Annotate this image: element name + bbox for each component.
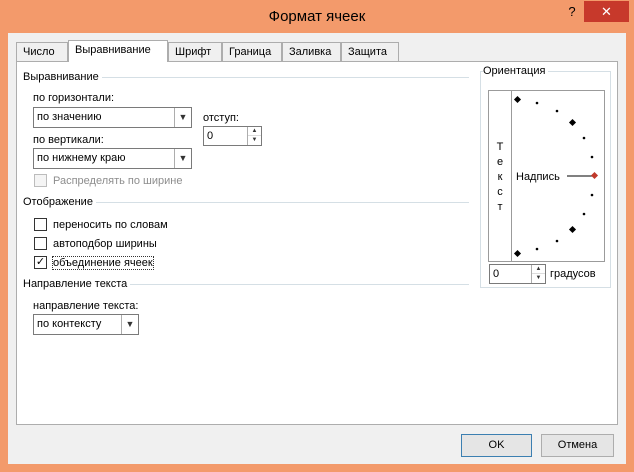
- distribute-checkbox: [34, 174, 47, 187]
- direction-group-label: Направление текста: [23, 278, 131, 290]
- spin-up-icon[interactable]: ▲: [532, 265, 545, 274]
- vertical-letter: е: [496, 156, 504, 168]
- shrink-fit-checkbox[interactable]: [34, 237, 47, 250]
- vertical-text-toggle[interactable]: Т е к с т: [488, 90, 512, 262]
- vertical-combo[interactable]: по нижнему краю ▼: [33, 148, 192, 169]
- indent-stepper[interactable]: 0 ▲ ▼: [203, 126, 262, 146]
- orientation-group-label: Ориентация: [483, 65, 549, 77]
- text-direction-value: по контексту: [37, 318, 102, 330]
- text-direction-combo[interactable]: по контексту ▼: [33, 314, 139, 335]
- format-cells-dialog: Формат ячеек ? ✕ Число Выравнивание Шриф…: [0, 0, 634, 472]
- dial-tick-small: [590, 155, 594, 159]
- vertical-letter: с: [497, 186, 503, 198]
- distribute-label: Распределять по ширине: [53, 175, 183, 187]
- dial-tick-small: [535, 101, 539, 105]
- dial-tick-large: [568, 225, 577, 234]
- title-bar[interactable]: Формат ячеек ? ✕: [0, 0, 634, 34]
- dial-tick-small: [555, 109, 559, 113]
- dial-tick-small: [582, 136, 586, 140]
- vertical-value: по нижнему краю: [37, 152, 126, 164]
- degrees-spin-buttons[interactable]: ▲ ▼: [531, 265, 545, 283]
- merge-cells-label[interactable]: объединение ячеек: [52, 256, 154, 270]
- dial-tick-large: [568, 118, 577, 127]
- dial-tick-small: [582, 212, 586, 216]
- dial-label: Надпись: [516, 171, 560, 183]
- tab-number[interactable]: Число: [16, 42, 68, 61]
- indent-label: отступ:: [203, 112, 239, 124]
- indent-value: 0: [207, 130, 214, 142]
- horizontal-label: по горизонтали:: [33, 92, 115, 104]
- spin-up-icon[interactable]: ▲: [248, 127, 261, 136]
- indent-spin-buttons[interactable]: ▲ ▼: [247, 127, 261, 145]
- spin-down-icon[interactable]: ▼: [532, 274, 545, 283]
- degrees-value: 0: [493, 268, 500, 280]
- tab-protection[interactable]: Защита: [341, 42, 399, 61]
- close-button[interactable]: ✕: [584, 1, 629, 22]
- degrees-stepper[interactable]: 0 ▲ ▼: [489, 264, 546, 284]
- cancel-button[interactable]: Отмена: [541, 434, 614, 457]
- vertical-letter: Т: [496, 141, 504, 153]
- tab-alignment[interactable]: Выравнивание: [68, 40, 168, 62]
- horizontal-combo[interactable]: по значению ▼: [33, 107, 192, 128]
- horizontal-value: по значению: [37, 111, 102, 123]
- dial-tick-large: [513, 95, 522, 104]
- dial-tick-large: [513, 249, 522, 258]
- vertical-letter: к: [497, 171, 503, 183]
- alignment-tab-page: Выравнивание по горизонтали: по значению…: [16, 61, 618, 425]
- dial-tick-small: [590, 193, 594, 197]
- chevron-down-icon[interactable]: ▼: [174, 108, 191, 127]
- tab-border[interactable]: Граница: [222, 42, 282, 61]
- display-group-label: Отображение: [23, 196, 96, 208]
- shrink-fit-label[interactable]: автоподбор ширины: [53, 238, 157, 250]
- dial-tick-small: [555, 239, 559, 243]
- alignment-group-label: Выравнивание: [23, 71, 102, 83]
- tab-fill[interactable]: Заливка: [282, 42, 341, 61]
- orientation-dial-graphic[interactable]: Надпись: [512, 91, 606, 263]
- orientation-dial[interactable]: Надпись: [511, 90, 605, 262]
- dialog-title: Формат ячеек: [268, 8, 366, 25]
- vertical-letter: т: [497, 201, 503, 213]
- degrees-label: градусов: [550, 268, 596, 280]
- tab-font[interactable]: Шрифт: [168, 42, 222, 61]
- dial-indicator: [590, 171, 599, 180]
- dial-tick-small: [535, 247, 539, 251]
- spin-down-icon[interactable]: ▼: [248, 136, 261, 145]
- ok-button[interactable]: OK: [461, 434, 532, 457]
- help-icon[interactable]: ?: [563, 3, 581, 21]
- chevron-down-icon[interactable]: ▼: [121, 315, 138, 334]
- dialog-body: Число Выравнивание Шрифт Граница Заливка…: [8, 33, 626, 464]
- wrap-text-checkbox[interactable]: [34, 218, 47, 231]
- text-direction-label: направление текста:: [33, 300, 139, 312]
- merge-cells-checkbox[interactable]: ✓: [34, 256, 47, 269]
- chevron-down-icon[interactable]: ▼: [174, 149, 191, 168]
- vertical-label: по вертикали:: [33, 134, 104, 146]
- wrap-text-label[interactable]: переносить по словам: [53, 219, 168, 231]
